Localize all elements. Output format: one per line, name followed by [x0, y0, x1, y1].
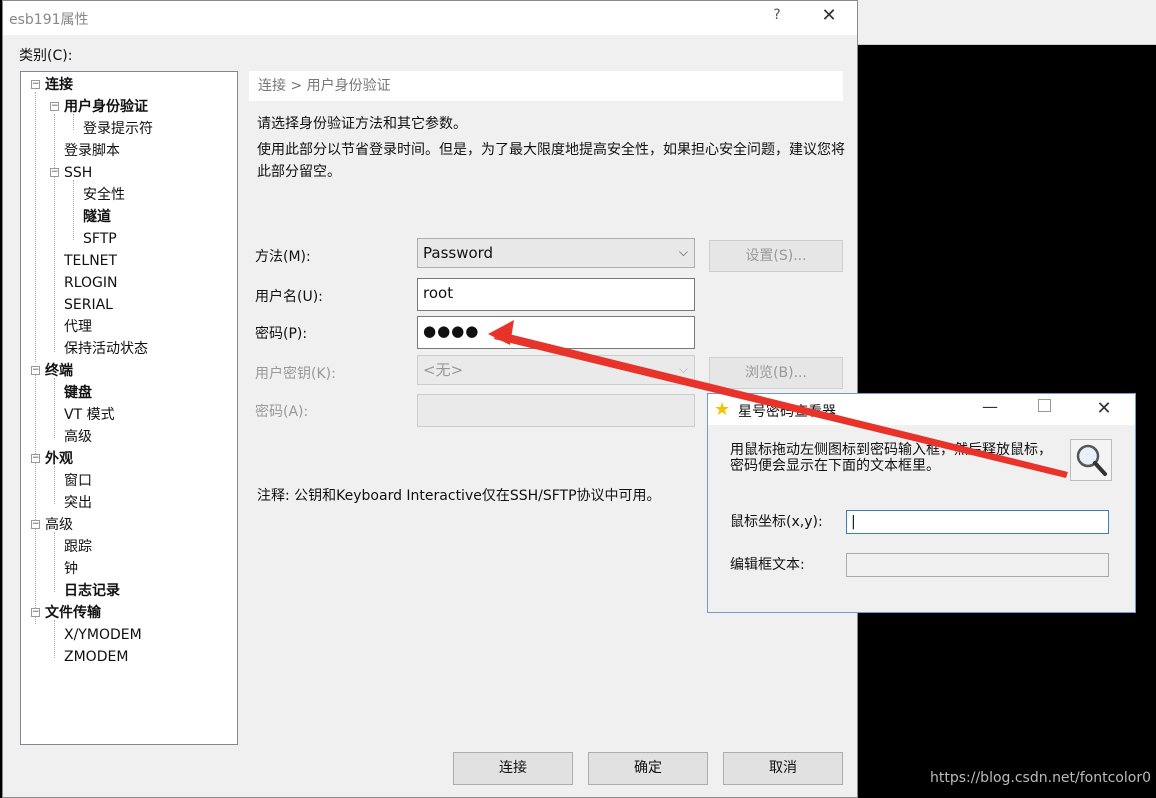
userkey-value: <无> [423, 361, 464, 379]
userkey-select[interactable]: <无> ⌵ [417, 355, 695, 385]
tree-expander-icon[interactable]: − [31, 80, 40, 89]
tree-item-keyboard[interactable]: 键盘 [64, 384, 92, 402]
tree-item-serial[interactable]: SERIAL [64, 296, 113, 314]
tree-expander-icon[interactable]: − [50, 102, 59, 111]
coord-field[interactable]: | [846, 510, 1109, 534]
tree-line [73, 114, 74, 130]
username-input[interactable]: root [417, 278, 695, 311]
tree-item-keepalive[interactable]: 保持活动状态 [64, 340, 148, 358]
tree-line [35, 92, 36, 362]
magnifier-drag-icon[interactable] [1070, 439, 1112, 481]
tree-item-sftp[interactable]: SFTP [83, 230, 117, 248]
tree-item-proxy[interactable]: 代理 [64, 318, 92, 336]
help-icon[interactable]: ? [765, 7, 789, 23]
tree-item-tunnel[interactable]: 隧道 [83, 208, 111, 226]
category-label: 类别(C): [19, 48, 73, 64]
tree-item-bell[interactable]: 钟 [64, 560, 78, 578]
passphrase-label: 密码(A): [255, 404, 309, 420]
dialog-titlebar: esb191属性 ? ✕ [3, 1, 857, 35]
tree-item-connection[interactable]: 连接 [45, 76, 73, 94]
editbox-text-field[interactable] [846, 553, 1109, 577]
description-detail-text: 使用此部分以节省登录时间。但是，为了最大限度地提高安全性，如果担心安全问题，建议… [257, 142, 845, 180]
star-icon: ★ [714, 399, 731, 420]
tool-instruction: 用鼠标拖动左侧图标到密码输入框，然后释放鼠标，密码便会显示在下面的文本框里。 [730, 442, 1052, 474]
maximize-icon[interactable] [1038, 399, 1051, 412]
tree-item-terminal-advanced[interactable]: 高级 [64, 428, 92, 446]
passphrase-input[interactable] [417, 394, 695, 427]
tree-line [54, 532, 55, 592]
tree-expander-icon[interactable]: − [31, 454, 40, 463]
settings-button[interactable]: 设置(S)... [709, 240, 843, 272]
password-viewer-window: ★ 星号密码查看器 — ✕ 用鼠标拖动左侧图标到密码输入框，然后释放鼠标，密码便… [707, 393, 1136, 613]
category-tree[interactable]: − − − − − − − 连接 用户身份验证 登录提示符 登录脚本 SSH 安… [20, 71, 238, 745]
tree-item-login-prompts[interactable]: 登录提示符 [83, 120, 153, 138]
browse-button[interactable]: 浏览(B)... [709, 357, 843, 389]
close-icon[interactable]: ✕ [817, 5, 841, 26]
tree-item-logging[interactable]: 日志记录 [64, 582, 120, 600]
cancel-button[interactable]: 取消 [723, 752, 843, 785]
method-value: Password [423, 244, 494, 262]
tree-item-security[interactable]: 安全性 [83, 186, 125, 204]
tree-expander-icon[interactable]: − [31, 608, 40, 617]
coord-label: 鼠标坐标(x,y): [730, 514, 823, 530]
tree-item-vt-mode[interactable]: VT 模式 [64, 406, 115, 424]
magnifier-icon [1076, 444, 1107, 476]
close-icon[interactable]: ✕ [1094, 398, 1114, 419]
tree-item-highlight[interactable]: 突出 [64, 494, 92, 512]
tree-item-rlogin[interactable]: RLOGIN [64, 274, 118, 292]
tree-item-ssh[interactable]: SSH [64, 164, 92, 182]
method-select[interactable]: Password ⌵ [417, 238, 695, 268]
tree-line [35, 372, 36, 624]
tree-line [73, 180, 74, 240]
ok-button[interactable]: 确定 [588, 752, 708, 785]
tree-item-login-script[interactable]: 登录脚本 [64, 142, 120, 160]
connect-button[interactable]: 连接 [453, 752, 573, 785]
tree-line [54, 378, 55, 438]
editbox-label: 编辑框文本: [730, 557, 805, 573]
dialog-title: esb191属性 [9, 12, 89, 28]
method-label: 方法(M): [255, 249, 311, 265]
tree-item-trace[interactable]: 跟踪 [64, 538, 92, 556]
username-label: 用户名(U): [255, 289, 323, 305]
password-input[interactable]: ●●●● [417, 316, 695, 349]
background-window-strip [858, 0, 1156, 45]
tree-line [54, 620, 55, 658]
tree-item-advanced[interactable]: 高级 [45, 516, 73, 534]
watermark: https://blog.csdn.net/fontcolor0 [930, 770, 1151, 786]
tree-expander-icon[interactable]: − [50, 168, 59, 177]
tree-item-telnet[interactable]: TELNET [64, 252, 117, 270]
tree-item-xymodem[interactable]: X/YMODEM [64, 626, 142, 644]
userkey-label: 用户密钥(K): [255, 366, 336, 382]
tree-line [54, 466, 55, 504]
tree-item-window[interactable]: 窗口 [64, 472, 92, 490]
tree-item-appearance[interactable]: 外观 [45, 450, 73, 468]
password-label: 密码(P): [255, 326, 308, 342]
tree-item-terminal[interactable]: 终端 [45, 362, 73, 380]
tree-expander-icon[interactable]: − [31, 366, 40, 375]
tree-line [54, 114, 55, 352]
chevron-down-icon: ⌵ [678, 362, 688, 376]
minimize-icon[interactable]: — [980, 397, 1000, 416]
tree-item-user-auth[interactable]: 用户身份验证 [64, 98, 148, 116]
note-text: 注释: 公钥和Keyboard Interactive仅在SSH/SFTP协议中… [257, 488, 661, 504]
description-text: 请选择身份验证方法和其它参数。 [257, 116, 467, 132]
tool-titlebar: ★ 星号密码查看器 — ✕ [708, 394, 1135, 425]
tree-item-file-transfer[interactable]: 文件传输 [45, 604, 101, 622]
tool-title: 星号密码查看器 [738, 404, 836, 420]
tree-expander-icon[interactable]: − [31, 520, 40, 529]
breadcrumb: 连接 > 用户身份验证 [249, 71, 843, 101]
chevron-down-icon: ⌵ [678, 245, 688, 259]
tree-item-zmodem[interactable]: ZMODEM [64, 648, 128, 666]
